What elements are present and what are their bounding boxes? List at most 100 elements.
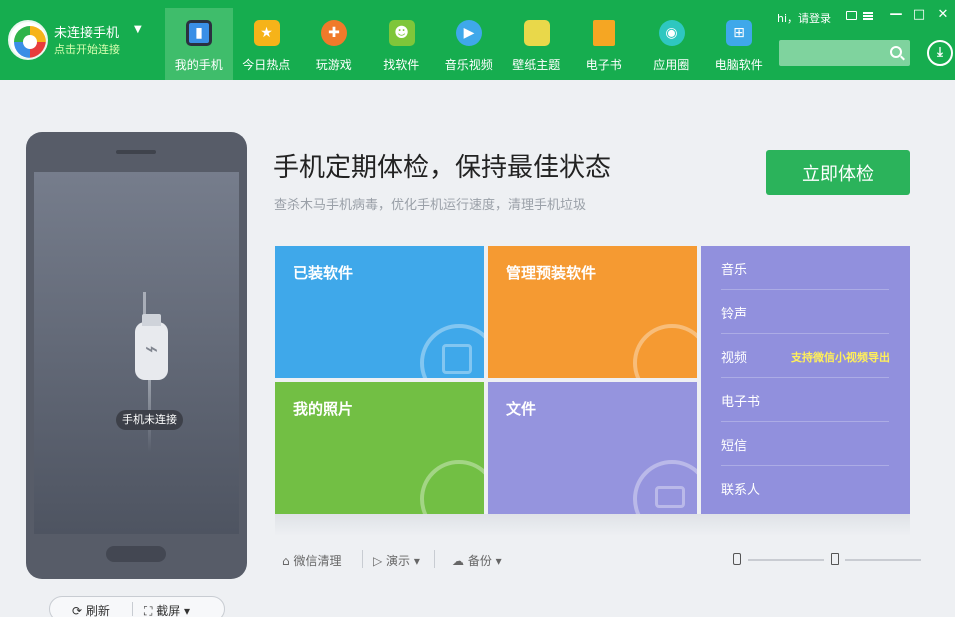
cloud-icon: ☁ bbox=[452, 554, 468, 568]
phone-preview: ⌁ 手机未连接 bbox=[26, 132, 247, 579]
tool-label: 备份 bbox=[467, 554, 492, 568]
android-icon: ☻ bbox=[388, 20, 415, 46]
search-box bbox=[779, 40, 910, 66]
nav-label: 电脑软件 bbox=[714, 58, 763, 72]
wechat-clean-button[interactable]: ⌂ 微信清理 bbox=[282, 552, 341, 569]
nav-label: 今日热点 bbox=[242, 58, 291, 72]
wrench-icon bbox=[633, 324, 697, 378]
maximize-button[interactable]: □ bbox=[911, 6, 927, 24]
phone-actions: ⟳ 刷新 ⛶ 截屏 ▾ bbox=[49, 596, 225, 617]
nav-label: 我的手机 bbox=[174, 58, 223, 72]
minimize-button[interactable]: — bbox=[888, 6, 904, 24]
nav-label: 玩游戏 bbox=[315, 58, 352, 72]
list-item-sms[interactable]: 短信 bbox=[721, 422, 889, 466]
phone-storage-icon bbox=[733, 553, 741, 565]
nav-ebook[interactable]: 电子书 bbox=[570, 8, 638, 80]
divider bbox=[362, 550, 363, 568]
list-item-label: 音乐 bbox=[721, 263, 748, 278]
nav-pc-software[interactable]: ⊞ 电脑软件 bbox=[705, 8, 773, 80]
circle-app-icon: ◉ bbox=[658, 20, 685, 46]
sd-card-icon bbox=[831, 553, 839, 565]
phone-storage-bar bbox=[748, 559, 824, 561]
tile-label: 文件 bbox=[506, 400, 537, 418]
nav-label: 找软件 bbox=[383, 58, 420, 72]
menu-icon[interactable] bbox=[863, 12, 873, 20]
download-button[interactable]: ⤓ bbox=[927, 40, 953, 66]
list-item-label: 电子书 bbox=[721, 395, 761, 410]
search-input[interactable] bbox=[779, 40, 884, 66]
play-icon: ▶ bbox=[456, 20, 482, 46]
tool-label: 微信清理 bbox=[293, 554, 342, 568]
divider bbox=[434, 550, 435, 568]
broom-icon: ⌂ bbox=[282, 554, 294, 568]
tile-label: 管理预装软件 bbox=[506, 264, 597, 282]
top-bar: 未连接手机 ▼ 点击开始连接 ▮ 我的手机 ★ 今日热点 ✚ 玩游戏 ☻ 找软件… bbox=[0, 0, 955, 80]
book-icon bbox=[593, 20, 615, 46]
tile-preinstalled-apps[interactable]: 管理预装软件 bbox=[488, 246, 697, 378]
nav-my-phone[interactable]: ▮ 我的手机 bbox=[165, 8, 233, 80]
usb-symbol: ⌁ bbox=[144, 337, 159, 362]
nav-label: 电子书 bbox=[585, 58, 622, 72]
phone-icon: ▮ bbox=[186, 20, 212, 46]
connection-title[interactable]: 未连接手机 bbox=[54, 22, 119, 41]
nav-find-apps[interactable]: ☻ 找软件 bbox=[368, 8, 436, 80]
tile-label: 我的照片 bbox=[293, 400, 354, 418]
play-icon: ▷ bbox=[373, 554, 387, 568]
folder-icon bbox=[633, 460, 697, 514]
wallpaper-icon bbox=[523, 20, 550, 46]
nav-label: 音乐视频 bbox=[444, 58, 493, 72]
page-title: 手机定期体检，保持最佳状态 bbox=[273, 153, 612, 183]
list-item-ebook[interactable]: 电子书 bbox=[721, 378, 889, 422]
main-nav: ▮ 我的手机 ★ 今日热点 ✚ 玩游戏 ☻ 找软件 ▶ 音乐视频 壁纸主题 电子… bbox=[165, 8, 773, 80]
photo-icon bbox=[420, 460, 484, 514]
list-item-label: 铃声 bbox=[721, 307, 748, 322]
list-item-music[interactable]: 音乐 bbox=[721, 246, 889, 290]
nav-label: 壁纸主题 bbox=[512, 58, 561, 72]
connect-phone-area[interactable]: 未连接手机 ▼ 点击开始连接 bbox=[8, 18, 158, 62]
list-item-video[interactable]: 视频 支持微信小视频导出 bbox=[721, 334, 890, 378]
tool-label: 演示 bbox=[386, 554, 411, 568]
connection-subtitle[interactable]: 点击开始连接 bbox=[54, 41, 120, 57]
tile-my-photos[interactable]: 我的照片 bbox=[275, 382, 484, 514]
list-item-contacts[interactable]: 联系人 bbox=[721, 466, 889, 510]
tile-label: 已装软件 bbox=[293, 264, 354, 282]
demo-button[interactable]: ▷ 演示 ▾ bbox=[373, 552, 420, 569]
tile-installed-apps[interactable]: 已装软件 bbox=[275, 246, 484, 378]
sd-storage-bar bbox=[845, 559, 921, 561]
phone-speaker bbox=[116, 150, 156, 154]
check-now-button[interactable]: 立即体检 bbox=[766, 150, 910, 195]
tiles-shadow bbox=[275, 514, 910, 536]
screenshot-button[interactable]: ⛶ 截屏 ▾ bbox=[144, 602, 190, 617]
chevron-down-icon: ▾ bbox=[491, 554, 502, 568]
list-item-label: 短信 bbox=[721, 439, 748, 454]
app-logo bbox=[8, 20, 48, 60]
list-item-label: 联系人 bbox=[721, 483, 761, 498]
search-icon[interactable] bbox=[890, 46, 902, 58]
nav-hot-today[interactable]: ★ 今日热点 bbox=[233, 8, 301, 80]
phone-home-button bbox=[106, 546, 166, 562]
usb-icon: ⌁ bbox=[135, 314, 168, 380]
message-icon[interactable] bbox=[846, 11, 857, 20]
nav-games[interactable]: ✚ 玩游戏 bbox=[300, 8, 368, 80]
page-subtitle: 查杀木马手机病毒，优化手机运行速度，清理手机垃圾 bbox=[274, 198, 587, 213]
divider bbox=[132, 602, 133, 616]
nav-music-video[interactable]: ▶ 音乐视频 bbox=[435, 8, 503, 80]
phone-status-label: 手机未连接 bbox=[116, 410, 183, 430]
phone-screen: ⌁ 手机未连接 bbox=[34, 172, 239, 534]
gamepad-icon: ✚ bbox=[321, 20, 347, 46]
login-link[interactable]: hi，请登录 bbox=[777, 10, 831, 26]
star-icon: ★ bbox=[253, 20, 280, 46]
windows-icon: ⊞ bbox=[726, 20, 752, 46]
close-button[interactable]: ✕ bbox=[935, 6, 951, 24]
backup-button[interactable]: ☁ 备份 ▾ bbox=[452, 552, 502, 569]
refresh-button[interactable]: ⟳ 刷新 bbox=[72, 602, 110, 617]
nav-app-circle[interactable]: ◉ 应用圈 bbox=[638, 8, 706, 80]
chevron-down-icon[interactable]: ▼ bbox=[134, 24, 142, 35]
list-item-label: 视频 bbox=[721, 351, 748, 366]
chevron-down-icon: ▾ bbox=[410, 554, 420, 568]
tile-files[interactable]: 文件 bbox=[488, 382, 697, 514]
list-item-ringtone[interactable]: 铃声 bbox=[721, 290, 889, 334]
nav-wallpaper[interactable]: 壁纸主题 bbox=[503, 8, 571, 80]
video-export-note[interactable]: 支持微信小视频导出 bbox=[791, 349, 890, 365]
nav-label: 应用圈 bbox=[653, 58, 690, 72]
